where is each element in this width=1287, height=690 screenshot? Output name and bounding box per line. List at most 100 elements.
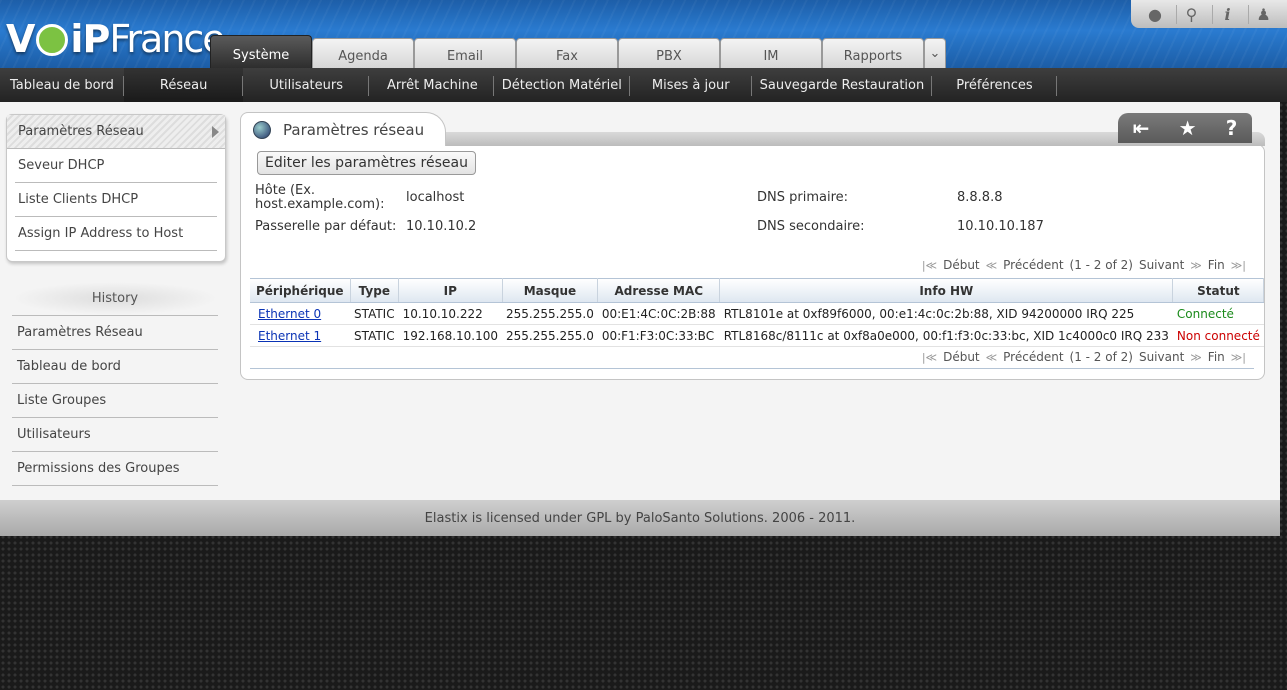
device-link[interactable]: Ethernet 1 [258, 329, 321, 343]
leftmenu-assign-ip[interactable]: Assign IP Address to Host [15, 217, 217, 251]
table-cell: RTL8168c/8111c at 0xf8a0e000, 00:f1:f3:0… [719, 324, 1173, 347]
col-info-hw[interactable]: Info HW [719, 278, 1174, 303]
leftmenu-label: Paramètres Réseau [18, 124, 144, 139]
tab-im[interactable]: IM [720, 38, 822, 68]
main-tabs: Système Agenda Email Fax PBX IM Rapports… [210, 35, 946, 68]
dns-secondary-value: 10.10.10.187 [957, 219, 1044, 234]
status-badge: Non connecté [1172, 324, 1264, 347]
prev-page-icon[interactable]: ≪ [986, 351, 998, 364]
table-cell: 00:E1:4C:0C:2B:88 [597, 302, 720, 325]
table-row: Ethernet 0 STATIC 10.10.10.222 255.255.2… [250, 302, 1264, 325]
subnav-reseau[interactable]: Réseau [123, 68, 244, 102]
star-icon[interactable]: ★ [1179, 116, 1197, 140]
drop-icon[interactable]: ● [1140, 5, 1170, 24]
pager-bottom: |≪ Début ≪ Précédent (1 - 2 of 2) Suivan… [250, 346, 1254, 368]
tab-agenda[interactable]: Agenda [312, 38, 414, 68]
panel-title: Paramètres réseau [283, 120, 425, 139]
dns-primary-label: DNS primaire: [757, 190, 849, 205]
subnav-utilisateurs[interactable]: Utilisateurs [243, 68, 369, 102]
pager-next[interactable]: Suivant [1139, 258, 1184, 272]
pager-prev[interactable]: Précédent [1003, 258, 1063, 272]
pager-prev[interactable]: Précédent [1003, 350, 1063, 364]
history-item[interactable]: Paramètres Réseau [12, 316, 218, 350]
table-cell: RTL8101e at 0xf89f6000, 00:e1:4c:0c:2b:8… [719, 302, 1173, 325]
help-icon[interactable]: ? [1226, 116, 1238, 140]
table-cell: STATIC [350, 324, 399, 347]
history-title: History [12, 282, 218, 316]
next-page-icon[interactable]: ≫ [1190, 259, 1202, 272]
next-page-icon[interactable]: ≫ [1190, 351, 1202, 364]
tab-email[interactable]: Email [414, 38, 516, 68]
leftmenu-liste-clients-dhcp[interactable]: Liste Clients DHCP [15, 183, 217, 217]
tab-rapports[interactable]: Rapports [822, 38, 924, 68]
pager-range: (1 - 2 of 2) [1069, 258, 1133, 272]
pager-last[interactable]: Fin [1208, 350, 1225, 364]
history-item[interactable]: Tableau de bord [12, 350, 218, 384]
logo-text-middle: iP [70, 17, 110, 61]
info-icon[interactable]: i [1212, 4, 1242, 24]
tab-pbx[interactable]: PBX [618, 38, 720, 68]
host-label-line1: Hôte (Ex. [255, 183, 316, 198]
table-header-row: Périphérique Type IP Masque Adresse MAC … [250, 278, 1265, 303]
col-masque[interactable]: Masque [502, 278, 599, 303]
globe-icon [253, 120, 271, 139]
leftmenu-serveur-dhcp[interactable]: Seveur DHCP [15, 149, 217, 183]
table-bottom-divider [250, 368, 1254, 369]
last-page-icon[interactable]: ≫| [1231, 351, 1246, 364]
gateway-value: 10.10.10.2 [406, 219, 477, 234]
history-item[interactable]: Utilisateurs [12, 418, 218, 452]
sub-navigation: Tableau de bord Réseau Utilisateurs Arrê… [0, 68, 1287, 102]
subnav-tableau-de-bord[interactable]: Tableau de bord [0, 68, 124, 102]
device-link[interactable]: Ethernet 0 [258, 307, 321, 321]
network-interfaces-table: Périphérique Type IP Masque Adresse MAC … [250, 278, 1265, 347]
subnav-sauvegarde-restauration[interactable]: Sauvegarde Restauration [752, 68, 933, 102]
top-tools: ● ⚲ i ♟ [1131, 0, 1287, 28]
search-icon[interactable]: ⚲ [1176, 4, 1206, 24]
pager-range: (1 - 2 of 2) [1069, 350, 1133, 364]
pager-next[interactable]: Suivant [1139, 350, 1184, 364]
first-page-icon[interactable]: |≪ [922, 259, 937, 272]
col-statut[interactable]: Statut [1172, 278, 1265, 303]
table-cell: 255.255.255.0 [502, 302, 598, 325]
first-page-icon[interactable]: |≪ [922, 351, 937, 364]
subnav-preferences[interactable]: Préférences [932, 68, 1058, 102]
pager-top: |≪ Début ≪ Précédent (1 - 2 of 2) Suivan… [250, 254, 1254, 276]
host-label-line2: host.example.com): [255, 197, 385, 212]
last-page-icon[interactable]: ≫| [1231, 259, 1246, 272]
gateway-label: Passerelle par défaut: [255, 219, 397, 234]
pager-last[interactable]: Fin [1208, 258, 1225, 272]
col-adresse-mac[interactable]: Adresse MAC [597, 278, 721, 303]
logo-text-suffix: France [109, 17, 225, 61]
subnav-mises-a-jour[interactable]: Mises à jour [630, 68, 752, 102]
left-menu: Paramètres Réseau Seveur DHCP Liste Clie… [6, 114, 226, 262]
col-ip[interactable]: IP [398, 278, 503, 303]
table-cell: 00:F1:F3:0C:33:BC [597, 324, 720, 347]
prev-page-icon[interactable]: ≪ [986, 259, 998, 272]
panel-tools: ⇤ ★ ? [1118, 113, 1252, 143]
voipfrance-logo[interactable]: ViP France [6, 14, 226, 64]
table-cell: 192.168.10.100 [398, 324, 503, 347]
table-cell: STATIC [350, 302, 399, 325]
panel-title-tab: Paramètres réseau [240, 112, 446, 146]
more-tabs-chevron-icon[interactable]: ⌄ [924, 38, 946, 68]
table-cell: 255.255.255.0 [502, 324, 598, 347]
footer: Elastix is licensed under GPL by PaloSan… [0, 500, 1280, 536]
host-value: localhost [406, 190, 465, 205]
user-icon[interactable]: ♟ [1248, 4, 1278, 24]
subnav-arret-machine[interactable]: Arrêt Machine [369, 68, 494, 102]
col-type[interactable]: Type [350, 278, 400, 303]
history-item[interactable]: Liste Groupes [12, 384, 218, 418]
logo-text-prefix: V [6, 17, 35, 61]
col-peripherique[interactable]: Périphérique [250, 278, 351, 303]
pager-first[interactable]: Début [943, 258, 980, 272]
history-item[interactable]: Permissions des Groupes [12, 452, 218, 486]
edit-network-settings-button[interactable]: Editer les paramètres réseau [257, 151, 476, 175]
pager-first[interactable]: Début [943, 350, 980, 364]
leftmenu-parametres-reseau[interactable]: Paramètres Réseau [7, 115, 225, 149]
table-cell: 10.10.10.222 [398, 302, 503, 325]
tab-fax[interactable]: Fax [516, 38, 618, 68]
tab-systeme[interactable]: Système [210, 35, 312, 68]
subnav-detection-materiel[interactable]: Détection Matériel [494, 68, 631, 102]
collapse-icon[interactable]: ⇤ [1133, 116, 1150, 140]
dns-secondary-label: DNS secondaire: [757, 219, 865, 234]
